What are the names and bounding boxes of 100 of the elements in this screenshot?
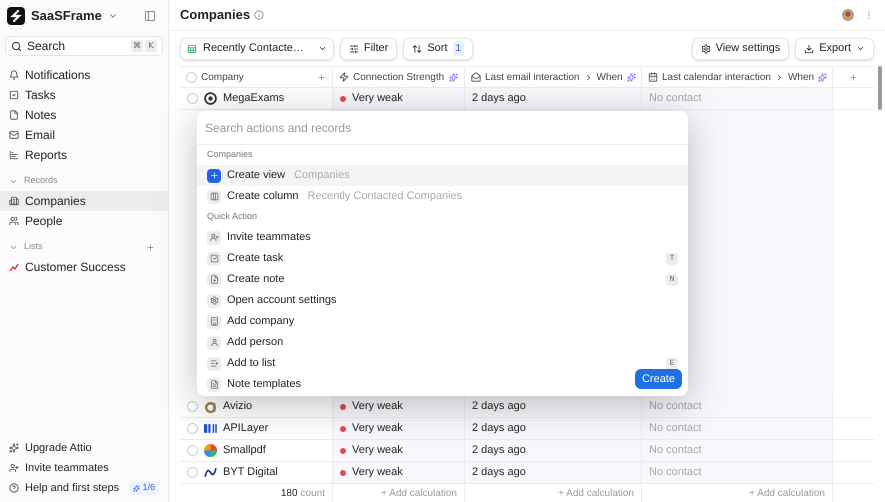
add-column-icon[interactable] (849, 72, 858, 82)
add-list-icon[interactable] (146, 242, 155, 252)
company-name[interactable]: MegaExams (223, 90, 284, 107)
sparkle-icon[interactable] (626, 72, 636, 82)
sidebar-link[interactable]: Invite teammates (0, 458, 168, 478)
table-cell-text: 2 days ago (472, 399, 526, 414)
column-header[interactable]: Company (201, 70, 244, 84)
action-icon (207, 272, 221, 286)
group-title: Quick Action (207, 210, 258, 224)
sidebar-item[interactable]: Email (0, 125, 168, 145)
company-name[interactable]: Avizio (223, 398, 252, 415)
sidebar-item[interactable]: Companies (0, 191, 168, 211)
nav-icon (9, 130, 19, 140)
action-icon (207, 356, 221, 370)
search-field[interactable]: Search ⌘ K (5, 36, 163, 56)
column-subheader[interactable]: When (596, 70, 623, 84)
view-settings-button[interactable]: View settings (692, 38, 790, 60)
sidebar-item[interactable]: People (0, 211, 168, 231)
action-icon (207, 190, 221, 204)
add-icon[interactable] (317, 72, 326, 82)
help-icon (9, 483, 19, 493)
company-logo-icon (204, 466, 217, 479)
column-header[interactable]: Connection Strength (353, 70, 444, 84)
sidebar-item[interactable]: Notes (0, 105, 168, 125)
row-checkbox[interactable] (187, 445, 198, 456)
action-item[interactable]: Add company (197, 311, 688, 332)
action-icon (207, 378, 221, 392)
shortcut-key: N (666, 274, 678, 286)
mail-icon (471, 72, 481, 82)
search-icon (11, 40, 22, 52)
sidebar-link[interactable]: Upgrade Attio (0, 438, 168, 458)
company-name[interactable]: APILayer (223, 420, 268, 437)
action-item[interactable]: Create column Recently Contacted Companies (197, 186, 688, 207)
action-item[interactable]: Invite teammates (197, 227, 688, 248)
nav-icon (9, 150, 19, 160)
sidebar-item[interactable]: Reports (0, 145, 168, 165)
sparkle-icon[interactable] (449, 72, 458, 82)
company-logo-icon (204, 400, 217, 413)
filter-icon (348, 44, 359, 54)
company-name[interactable]: BYT Digital (223, 464, 278, 481)
sidebar-item[interactable]: Notifications (0, 65, 168, 85)
table-cell-text: No contact (649, 91, 702, 106)
table-cell-text: Very weak (352, 443, 403, 458)
caret-icon (318, 44, 327, 53)
sparkle-icon (9, 443, 19, 453)
column-header[interactable]: Last email interaction (485, 70, 580, 84)
action-item[interactable]: Create task T (197, 248, 688, 269)
row-checkbox[interactable] (187, 423, 198, 434)
table-cell-text: 2 days ago (472, 443, 526, 458)
table-cell-text: No contact (649, 421, 702, 436)
user-plus-icon (9, 463, 19, 473)
action-icon (207, 252, 221, 266)
nav-icon (9, 70, 19, 80)
column-header[interactable]: Last calendar interaction (662, 70, 771, 84)
filter-button[interactable]: Filter (340, 38, 398, 60)
action-item[interactable]: Create view Companies (197, 165, 688, 186)
avatar[interactable] (842, 9, 854, 21)
create-button[interactable]: Create (634, 369, 682, 389)
export-button[interactable]: Export (795, 38, 874, 60)
action-item[interactable]: Note templates (197, 374, 628, 395)
action-icon (207, 336, 221, 350)
company-name[interactable]: Smallpdf (223, 442, 266, 459)
action-item[interactable]: Create note N (197, 269, 688, 290)
sort-button[interactable]: Sort 1 (403, 38, 474, 60)
company-logo-icon (204, 422, 217, 435)
workspace-name[interactable]: SaaSFrame (31, 6, 102, 26)
select-all-checkbox[interactable] (186, 72, 197, 82)
scrollbar[interactable] (878, 66, 882, 110)
sidebar-item[interactable]: Customer Success (0, 257, 168, 277)
sidebar-item[interactable]: Tasks (0, 85, 168, 105)
page-title: Companies (180, 6, 250, 24)
table-cell-text: No contact (649, 399, 702, 414)
nav-icon (9, 90, 19, 100)
row-checkbox[interactable] (187, 93, 198, 104)
sparkle-icon[interactable] (818, 72, 828, 82)
column-subheader[interactable]: When (788, 70, 814, 84)
row-checkbox[interactable] (187, 467, 198, 478)
row-checkbox[interactable] (187, 401, 198, 412)
shortcut-key: E (666, 358, 678, 370)
bolt-icon (339, 72, 349, 82)
action-icon (207, 168, 221, 182)
calendar-icon (648, 72, 658, 82)
action-item[interactable]: Add person (197, 332, 688, 353)
sort-count: 1 (452, 41, 464, 56)
chart-icon (9, 262, 19, 272)
shortcut-key: K (145, 40, 157, 52)
table-cell-text: No contact (649, 465, 702, 480)
section-title: Lists (24, 240, 43, 254)
building-icon (9, 196, 19, 206)
info-icon[interactable] (254, 10, 264, 20)
sidebar-toggle-icon[interactable] (144, 10, 156, 22)
row-count: 180 count (180, 484, 333, 502)
workspace-logo-icon (7, 6, 25, 24)
table-cell-text: 2 days ago (472, 465, 526, 480)
table-cell-text: Very weak (352, 465, 403, 480)
action-icon (207, 294, 221, 308)
sidebar-link[interactable]: Help and first steps 1/6 (0, 478, 168, 498)
action-item[interactable]: Open account settings (197, 290, 688, 311)
view-selector[interactable]: Recently Contacte… (180, 38, 334, 60)
sort-icon (412, 44, 422, 54)
